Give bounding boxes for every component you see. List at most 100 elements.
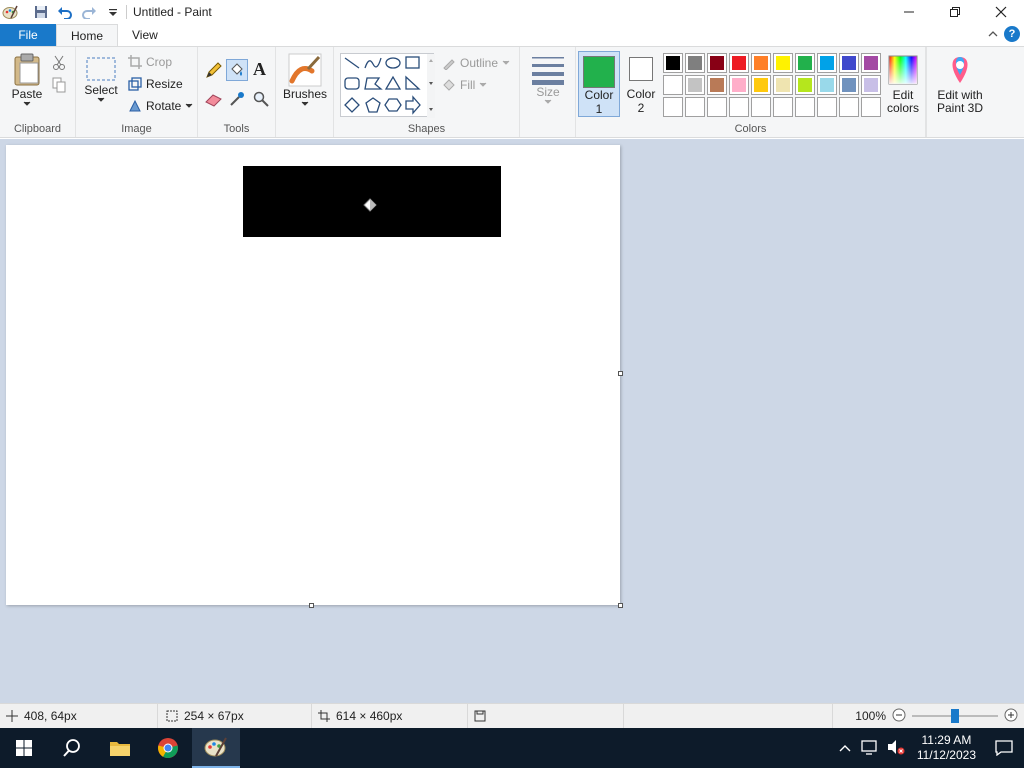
curve-shape-icon[interactable]	[364, 57, 382, 69]
triangle-shape-icon[interactable]	[384, 75, 402, 90]
palette-swatch[interactable]	[729, 75, 749, 95]
custom-color-slot[interactable]	[685, 97, 705, 117]
image-size-cell: 614 × 460px	[312, 704, 468, 728]
fill-button[interactable]: Fill	[442, 78, 487, 92]
paste-button[interactable]: Paste	[8, 53, 46, 107]
custom-color-slot[interactable]	[773, 97, 793, 117]
palette-swatch[interactable]	[817, 53, 837, 73]
redo-icon[interactable]	[80, 3, 98, 21]
palette-swatch[interactable]	[773, 75, 793, 95]
rounded-rectangle-shape-icon[interactable]	[344, 77, 360, 90]
brushes-button[interactable]: Brushes	[283, 53, 327, 107]
resize-handle-bottom[interactable]	[309, 603, 314, 608]
tab-view[interactable]: View	[118, 24, 172, 46]
clock[interactable]: 11:29 AM 11/12/2023	[917, 733, 976, 763]
palette-swatch[interactable]	[839, 53, 859, 73]
color-2-button[interactable]: Color 2	[620, 55, 662, 115]
palette-swatch[interactable]	[663, 75, 683, 95]
custom-color-slot[interactable]	[751, 97, 771, 117]
size-button[interactable]: Size	[528, 55, 568, 105]
zoom-slider-thumb[interactable]	[951, 709, 959, 723]
image-size-text: 614 × 460px	[336, 709, 403, 723]
text-tool-icon[interactable]: A	[253, 59, 266, 80]
file-explorer-button[interactable]	[96, 728, 144, 768]
outline-button[interactable]: Outline	[442, 56, 510, 70]
oval-shape-icon[interactable]	[385, 57, 401, 69]
zoom-slider[interactable]	[912, 709, 998, 723]
canvas-area[interactable]	[0, 139, 1024, 703]
diamond-shape-icon[interactable]	[344, 97, 360, 113]
paint-taskbar-button[interactable]	[192, 728, 240, 768]
palette-swatch[interactable]	[795, 53, 815, 73]
custom-color-slot[interactable]	[729, 97, 749, 117]
resize-handle-right[interactable]	[618, 371, 623, 376]
search-button[interactable]	[48, 728, 96, 768]
minimize-button[interactable]	[886, 0, 932, 24]
drawing-canvas[interactable]	[6, 145, 620, 605]
custom-color-slot[interactable]	[707, 97, 727, 117]
tab-home[interactable]: Home	[56, 24, 119, 46]
right-arrow-shape-icon[interactable]	[405, 95, 421, 115]
palette-swatch[interactable]	[663, 53, 683, 73]
magnifier-icon[interactable]	[253, 91, 269, 110]
close-button[interactable]	[978, 0, 1024, 24]
rectangle-shape-icon[interactable]	[405, 56, 420, 69]
resize-button[interactable]: Resize	[128, 77, 183, 91]
collapse-ribbon-icon[interactable]	[988, 27, 998, 41]
paint-app-icon[interactable]	[2, 4, 18, 20]
crop-button[interactable]: Crop	[128, 55, 172, 69]
show-hidden-icons-button[interactable]	[839, 741, 851, 755]
zoom-out-button[interactable]	[892, 708, 906, 725]
help-icon[interactable]: ?	[1004, 26, 1020, 42]
palette-swatch[interactable]	[839, 75, 859, 95]
tab-file[interactable]: File	[0, 24, 56, 46]
custom-color-slot[interactable]	[795, 97, 815, 117]
select-button[interactable]: Select	[82, 55, 120, 103]
volume-muted-icon[interactable]	[887, 739, 905, 758]
save-icon[interactable]	[32, 3, 50, 21]
start-button[interactable]	[0, 728, 48, 768]
customize-qat-icon[interactable]	[104, 3, 122, 21]
notifications-button[interactable]	[984, 728, 1024, 768]
color-picker-icon[interactable]	[229, 91, 245, 110]
cut-icon[interactable]	[52, 55, 66, 74]
right-triangle-shape-icon[interactable]	[405, 75, 421, 90]
custom-color-slot[interactable]	[663, 97, 683, 117]
polygon-shape-icon[interactable]	[364, 77, 383, 90]
color-2-swatch	[629, 57, 653, 81]
pentagon-shape-icon[interactable]	[365, 97, 381, 113]
palette-swatch[interactable]	[817, 75, 837, 95]
palette-swatch[interactable]	[773, 53, 793, 73]
fill-bucket-icon[interactable]	[226, 59, 248, 81]
edit-colors-button[interactable]: Edit colors	[884, 55, 922, 115]
custom-color-slot[interactable]	[839, 97, 859, 117]
palette-swatch[interactable]	[795, 75, 815, 95]
restore-button[interactable]	[932, 0, 978, 24]
copy-icon[interactable]	[52, 77, 66, 96]
rotate-button[interactable]: Rotate	[128, 99, 193, 113]
palette-swatch[interactable]	[861, 53, 881, 73]
eraser-icon[interactable]	[205, 91, 223, 110]
palette-swatch[interactable]	[729, 53, 749, 73]
resize-handle-corner[interactable]	[618, 603, 623, 608]
palette-swatch[interactable]	[685, 75, 705, 95]
palette-swatch[interactable]	[707, 75, 727, 95]
palette-swatch[interactable]	[707, 53, 727, 73]
hexagon-shape-icon[interactable]	[384, 98, 402, 112]
black-rectangle-drawing[interactable]	[243, 166, 501, 237]
custom-color-slot[interactable]	[817, 97, 837, 117]
chrome-button[interactable]	[144, 728, 192, 768]
custom-color-slot[interactable]	[861, 97, 881, 117]
zoom-in-button[interactable]	[1004, 708, 1018, 725]
undo-icon[interactable]	[56, 3, 74, 21]
paint-3d-icon	[952, 57, 968, 83]
edit-with-paint-3d-button[interactable]: Edit with Paint 3D	[934, 55, 986, 115]
network-icon[interactable]	[861, 739, 879, 758]
palette-swatch[interactable]	[751, 75, 771, 95]
palette-swatch[interactable]	[861, 75, 881, 95]
color-1-button[interactable]: Color 1	[578, 51, 620, 117]
line-shape-icon[interactable]	[344, 57, 360, 69]
palette-swatch[interactable]	[685, 53, 705, 73]
pencil-icon[interactable]	[205, 61, 223, 82]
palette-swatch[interactable]	[751, 53, 771, 73]
